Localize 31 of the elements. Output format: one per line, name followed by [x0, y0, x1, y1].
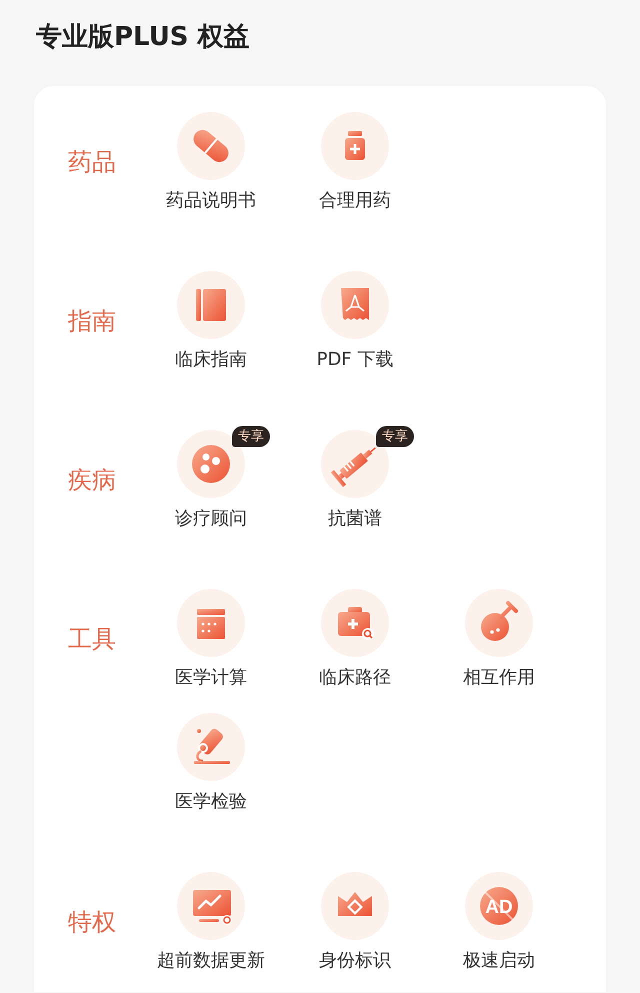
page-title: 专业版PLUS 权益 — [35, 21, 250, 54]
category-label: 特权 — [67, 907, 117, 938]
feature-label[interactable]: 身份标识 — [319, 949, 391, 972]
flask-icon[interactable] — [465, 589, 533, 657]
category-label: 指南 — [67, 306, 117, 337]
feature-label[interactable]: PDF 下载 — [316, 348, 394, 371]
pill-icon[interactable] — [177, 112, 245, 180]
chart-monitor-icon[interactable] — [177, 872, 245, 940]
microscope-icon[interactable] — [177, 713, 245, 781]
bottle-icon[interactable] — [321, 112, 389, 180]
document-icon[interactable] — [321, 271, 389, 339]
feature-label[interactable]: 临床路径 — [319, 666, 391, 689]
category-label: 工具 — [67, 624, 117, 655]
crown-icon[interactable] — [321, 872, 389, 940]
feature-label[interactable]: 抗菌谱 — [328, 507, 382, 530]
calculator-icon[interactable] — [177, 589, 245, 657]
category-label: 药品 — [67, 147, 117, 178]
exclusive-badge: 专享 — [376, 426, 414, 447]
feature-label[interactable]: 诊疗顾问 — [175, 507, 247, 530]
book-icon[interactable] — [177, 271, 245, 339]
feature-label[interactable]: 医学检验 — [175, 790, 247, 813]
exclusive-badge: 专享 — [232, 426, 270, 447]
feature-label[interactable]: 极速启动 — [463, 949, 535, 972]
medical-kit-icon[interactable] — [321, 589, 389, 657]
feature-label[interactable]: 相互作用 — [463, 666, 535, 689]
feature-label[interactable]: 医学计算 — [175, 666, 247, 689]
category-label: 疾病 — [67, 465, 117, 496]
feature-label[interactable]: 合理用药 — [319, 189, 391, 212]
feature-label[interactable]: 药品说明书 — [166, 189, 256, 212]
feature-label[interactable]: 临床指南 — [175, 348, 247, 371]
feature-label[interactable]: 超前数据更新 — [157, 949, 265, 972]
